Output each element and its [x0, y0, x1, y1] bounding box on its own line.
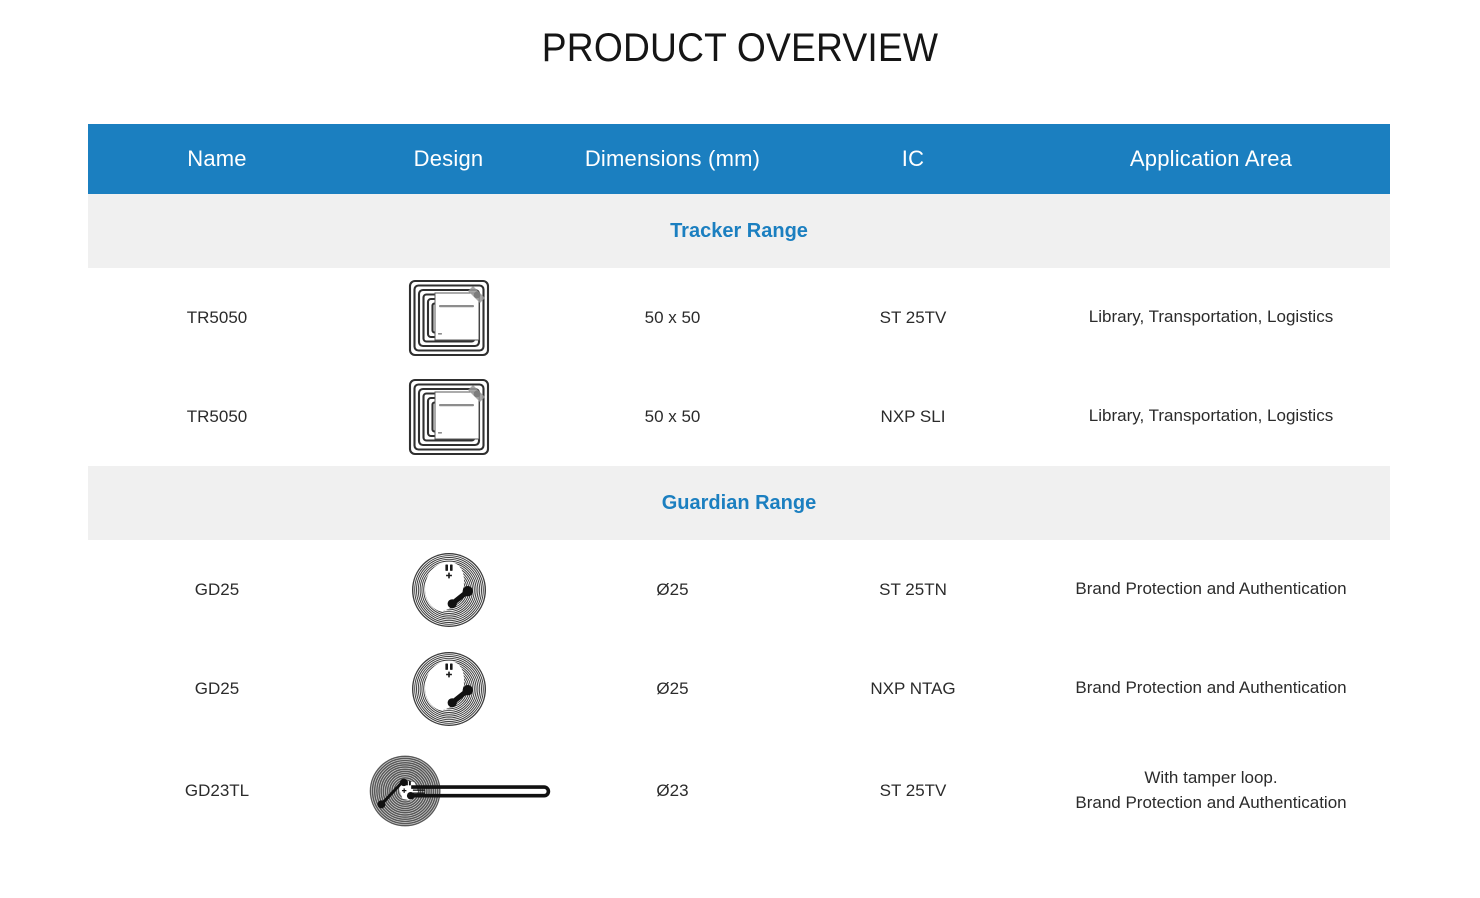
cell-name: GD25 — [88, 540, 346, 639]
cell-application-area: Library, Transportation, Logistics — [1032, 367, 1390, 466]
cell-application-area: Library, Transportation, Logistics — [1032, 268, 1390, 367]
table-row[interactable]: GD25 — [88, 540, 1390, 639]
section-header-tracker-range: Tracker Range — [88, 194, 1390, 268]
round-nfc-tag-icon — [346, 639, 551, 738]
cell-ic: NXP SLI — [794, 367, 1032, 466]
cell-name: GD25 — [88, 639, 346, 738]
round-tamper-loop-tag-icon — [346, 738, 551, 843]
cell-ic: ST 25TN — [794, 540, 1032, 639]
cell-dimensions: Ø25 — [551, 540, 794, 639]
table-row[interactable]: TR5050 — [88, 367, 1390, 466]
section-label-tracker-range: Tracker Range — [88, 194, 1390, 268]
header-row: Name Design Dimensions (mm) IC Applicati… — [88, 124, 1390, 194]
cell-name: TR5050 — [88, 268, 346, 367]
application-line: With tamper loop. — [1144, 767, 1278, 787]
cell-application-area: Brand Protection and Authentication — [1032, 639, 1390, 738]
table-row[interactable]: GD25 — [88, 639, 1390, 738]
column-header-application-area[interactable]: Application Area — [1032, 124, 1390, 194]
cell-ic: ST 25TV — [794, 268, 1032, 367]
square-inlay-tag-icon — [346, 268, 551, 367]
cell-dimensions: Ø23 — [551, 738, 794, 843]
table-header: Name Design Dimensions (mm) IC Applicati… — [88, 124, 1390, 194]
column-header-dimensions[interactable]: Dimensions (mm) — [551, 124, 794, 194]
application-line: Library, Transportation, Logistics — [1088, 307, 1334, 327]
cell-dimensions: Ø25 — [551, 639, 794, 738]
product-overview-page: PRODUCT OVERVIEW Name Design Dimensions … — [0, 0, 1480, 898]
application-line: Brand Protection and Authentication — [1075, 678, 1347, 698]
application-line: Brand Protection and Authentication — [1075, 792, 1347, 812]
round-nfc-tag-icon — [346, 540, 551, 639]
square-inlay-tag-icon — [346, 367, 551, 466]
cell-design — [346, 268, 551, 367]
column-header-name[interactable]: Name — [88, 124, 346, 194]
application-line: Library, Transportation, Logistics — [1088, 406, 1334, 426]
table-body: Tracker Range TR5050 50 x 50 ST 25TV Lib… — [88, 194, 1390, 843]
cell-name: TR5050 — [88, 367, 346, 466]
product-table: Name Design Dimensions (mm) IC Applicati… — [88, 124, 1390, 843]
application-line: Brand Protection and Authentication — [1075, 579, 1347, 599]
product-table-container: Name Design Dimensions (mm) IC Applicati… — [88, 124, 1390, 843]
section-header-guardian-range: Guardian Range — [88, 466, 1390, 540]
cell-ic: NXP NTAG — [794, 639, 1032, 738]
column-header-ic[interactable]: IC — [794, 124, 1032, 194]
cell-application-area: With tamper loop. Brand Protection and A… — [1032, 738, 1390, 843]
table-row[interactable]: GD23TL Ø23 ST 25TV With tamper loop. Bra… — [88, 738, 1390, 843]
cell-dimensions: 50 x 50 — [551, 367, 794, 466]
page-title: PRODUCT OVERVIEW — [541, 26, 939, 70]
cell-ic: ST 25TV — [794, 738, 1032, 843]
cell-application-area: Brand Protection and Authentication — [1032, 540, 1390, 639]
cell-design — [346, 738, 551, 843]
cell-design — [346, 367, 551, 466]
table-row[interactable]: TR5050 — [88, 268, 1390, 367]
cell-design — [346, 639, 551, 738]
cell-name: GD23TL — [88, 738, 346, 843]
column-header-design[interactable]: Design — [346, 124, 551, 194]
cell-dimensions: 50 x 50 — [551, 268, 794, 367]
cell-design — [346, 540, 551, 639]
section-label-guardian-range: Guardian Range — [88, 466, 1390, 540]
